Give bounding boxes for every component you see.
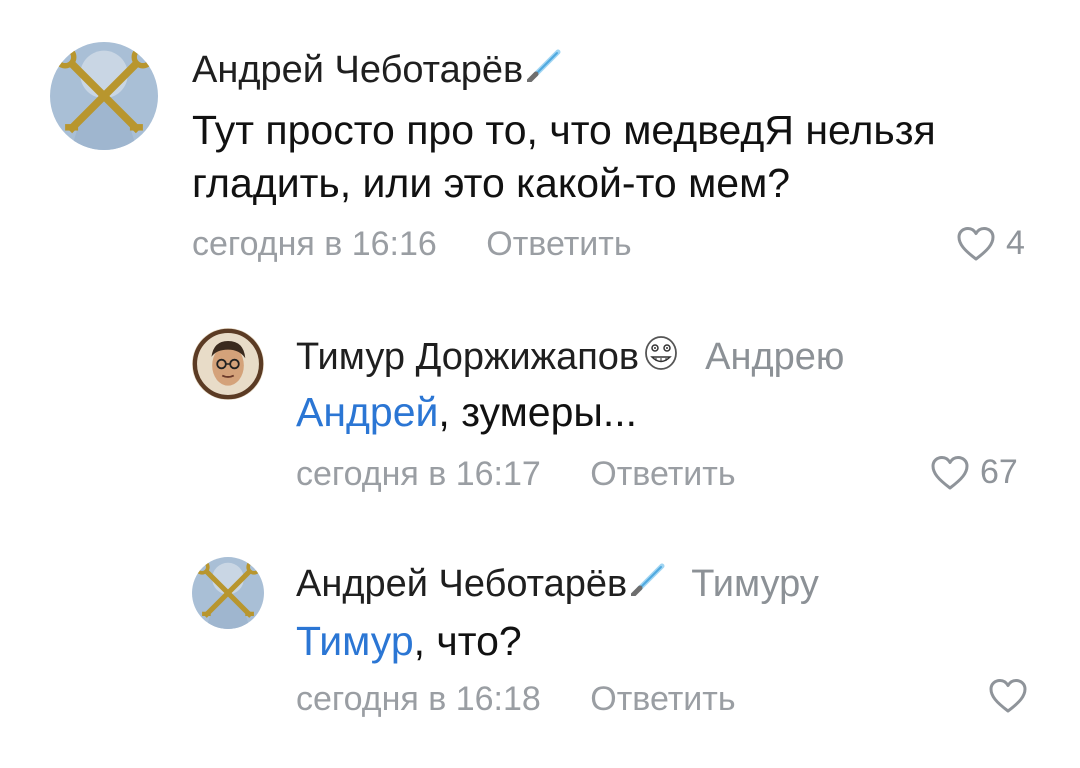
portrait-avatar-icon (192, 328, 264, 400)
heart-icon (930, 455, 970, 491)
mention-link[interactable]: Андрей (296, 389, 438, 435)
crossed-keys-avatar-icon (192, 557, 264, 629)
timestamp: сегодня в 16:18 (296, 680, 541, 718)
author-name[interactable]: Тимур Доржижапов (296, 336, 639, 379)
author-name[interactable]: Андрей Чеботарёв (192, 49, 523, 92)
like-count: 4 (1006, 224, 1025, 262)
comment-header: Тимур Доржижапов Андрею (296, 333, 844, 381)
comment-text-body: , зумеры... (438, 389, 638, 435)
like-button[interactable] (988, 678, 1038, 714)
meme-face-icon (643, 333, 679, 381)
timestamp: сегодня в 16:17 (296, 455, 541, 493)
avatar[interactable] (192, 557, 264, 629)
comment-meta: сегодня в 16:18 Ответить (296, 680, 736, 719)
heart-icon (988, 678, 1028, 714)
avatar[interactable] (192, 328, 264, 400)
like-count: 67 (980, 453, 1018, 491)
reply-to-label[interactable]: Тимуру (691, 563, 819, 606)
comment-header: Андрей Чеботарёв Тимуру (296, 562, 819, 606)
comment-header: Андрей Чеботарёв (192, 48, 561, 92)
mention-link[interactable]: Тимур (296, 618, 414, 664)
comment-meta: сегодня в 16:16 Ответить (192, 225, 632, 264)
reply-button[interactable]: Ответить (590, 680, 735, 718)
comment-text: Тимур, что? (296, 615, 522, 668)
reply-button[interactable]: Ответить (486, 225, 631, 263)
comment-meta: сегодня в 16:17 Ответить (296, 455, 736, 494)
timestamp: сегодня в 16:16 (192, 225, 437, 263)
like-button[interactable]: 4 (956, 224, 1025, 263)
comment-text: Тут просто про то, что медведЯ нельзя гл… (192, 107, 936, 207)
lightsaber-icon (526, 48, 561, 92)
heart-icon (956, 226, 996, 262)
author-name[interactable]: Андрей Чеботарёв (296, 563, 627, 606)
crossed-keys-avatar-icon (50, 42, 158, 150)
reply-to-label[interactable]: Андрею (705, 336, 844, 379)
comment-text-body: , что? (413, 618, 522, 664)
avatar[interactable] (50, 42, 158, 150)
like-button[interactable]: 67 (930, 453, 1018, 492)
reply-button[interactable]: Ответить (590, 455, 735, 493)
comment-text: Андрей, зумеры... (296, 386, 637, 439)
lightsaber-icon (630, 562, 665, 606)
